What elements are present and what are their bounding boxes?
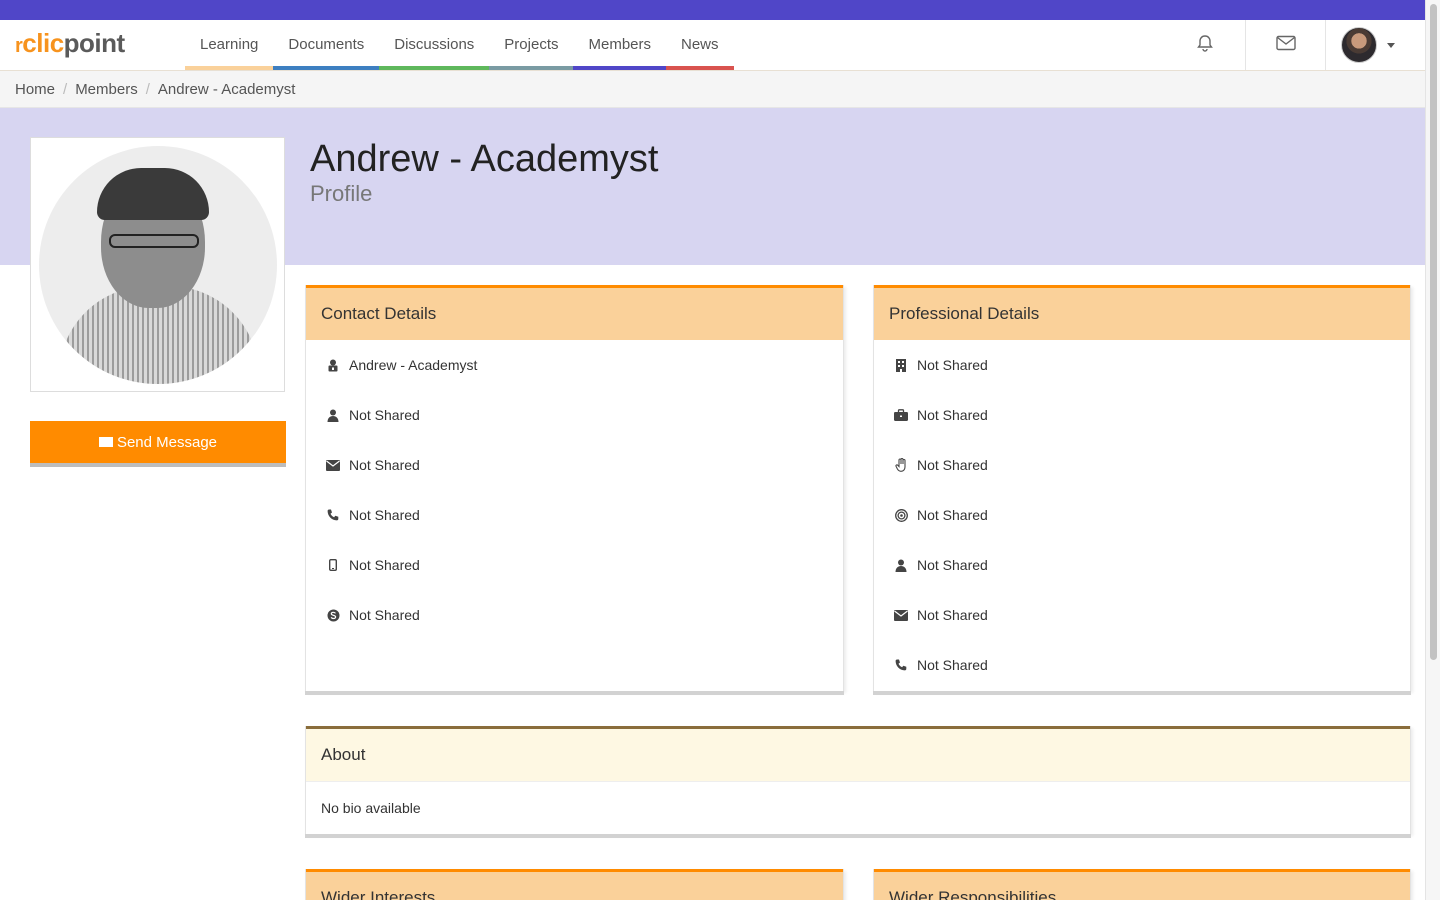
target-icon [894, 508, 908, 522]
nav-underline [573, 66, 666, 70]
user-icon [326, 408, 340, 422]
panel-heading: Contact Details [306, 285, 843, 340]
hand-icon [894, 458, 908, 472]
avatar [1341, 27, 1377, 63]
bio-text: No bio available [306, 781, 1410, 834]
page-subtitle: Profile [310, 181, 373, 206]
list-item: Not Shared [874, 340, 1410, 390]
list-item: Not Shared [306, 490, 843, 540]
building-icon [894, 358, 908, 372]
scrollbar-thumb[interactable] [1430, 4, 1437, 660]
top-navbar: rclicpoint Learning Documents Discussion… [0, 20, 1425, 71]
panel-heading: About [306, 726, 1410, 781]
caret-down-icon [1387, 42, 1395, 48]
notifications-button[interactable] [1165, 20, 1245, 70]
profile-photo-frame [30, 137, 285, 392]
list-item: Not Shared [874, 640, 1410, 690]
main-nav: Learning Documents Discussions Projects … [185, 20, 734, 70]
user-lock-icon [326, 358, 340, 372]
list-item: Not Shared [874, 390, 1410, 440]
envelope-icon [894, 608, 908, 622]
nav-underline [666, 66, 734, 70]
list-item: Andrew - Academyst [306, 340, 843, 390]
wider-responsibilities-panel: Wider Responsibilities [873, 869, 1411, 900]
nav-underline [379, 66, 490, 70]
user-icon [894, 558, 908, 572]
envelope-icon [326, 458, 340, 472]
breadcrumb-separator: / [63, 80, 68, 98]
panel-heading: Wider Interests [306, 869, 843, 900]
skype-icon [326, 608, 340, 622]
nav-underline [185, 66, 274, 70]
breadcrumb-members[interactable]: Members [75, 81, 138, 98]
profile-photo [39, 146, 277, 384]
wider-interests-panel: Wider Interests [305, 869, 844, 900]
list-item: Not Shared [874, 590, 1410, 640]
breadcrumb-separator: / [145, 80, 150, 98]
list-item: Not Shared [306, 390, 843, 440]
nav-underline [489, 66, 574, 70]
page-title: Andrew - Academyst [310, 138, 659, 180]
user-menu[interactable] [1325, 20, 1425, 70]
phone-icon [326, 508, 340, 522]
nav-underline [273, 66, 380, 70]
page-scrollbar[interactable] [1425, 0, 1440, 900]
contact-details-panel: Contact Details Andrew - Academyst Not S… [305, 285, 844, 691]
messages-button[interactable] [1245, 20, 1325, 70]
bell-icon [1196, 34, 1214, 57]
list-item: Not Shared [306, 440, 843, 490]
nav-documents[interactable]: Documents [273, 20, 380, 70]
mobile-icon [326, 558, 340, 572]
list-item: Not Shared [306, 590, 843, 640]
nav-discussions[interactable]: Discussions [379, 20, 490, 70]
phone-icon [894, 658, 908, 672]
breadcrumb-home[interactable]: Home [15, 81, 55, 98]
nav-right-tools [1165, 20, 1425, 70]
nav-news[interactable]: News [666, 20, 734, 70]
breadcrumb: Home / Members / Andrew - Academyst [0, 71, 1425, 108]
top-accent-bar [0, 0, 1425, 20]
envelope-icon [98, 437, 113, 447]
panel-heading: Professional Details [874, 285, 1410, 340]
clicpoint-logo[interactable]: rclicpoint [15, 28, 125, 59]
panel-heading: Wider Responsibilities [874, 869, 1410, 900]
about-panel: About No bio available [305, 726, 1411, 834]
briefcase-icon [894, 408, 908, 422]
list-item: Not Shared [306, 540, 843, 590]
send-message-button[interactable]: Send Message [30, 421, 286, 463]
list-item: Not Shared [874, 490, 1410, 540]
list-item: Not Shared [874, 440, 1410, 490]
breadcrumb-current: Andrew - Academyst [157, 80, 296, 98]
professional-details-panel: Professional Details Not Shared Not Shar… [873, 285, 1411, 691]
envelope-icon [1275, 35, 1296, 56]
list-item: Not Shared [874, 540, 1410, 590]
nav-learning[interactable]: Learning [185, 20, 274, 70]
nav-projects[interactable]: Projects [489, 20, 574, 70]
nav-members[interactable]: Members [573, 20, 666, 70]
